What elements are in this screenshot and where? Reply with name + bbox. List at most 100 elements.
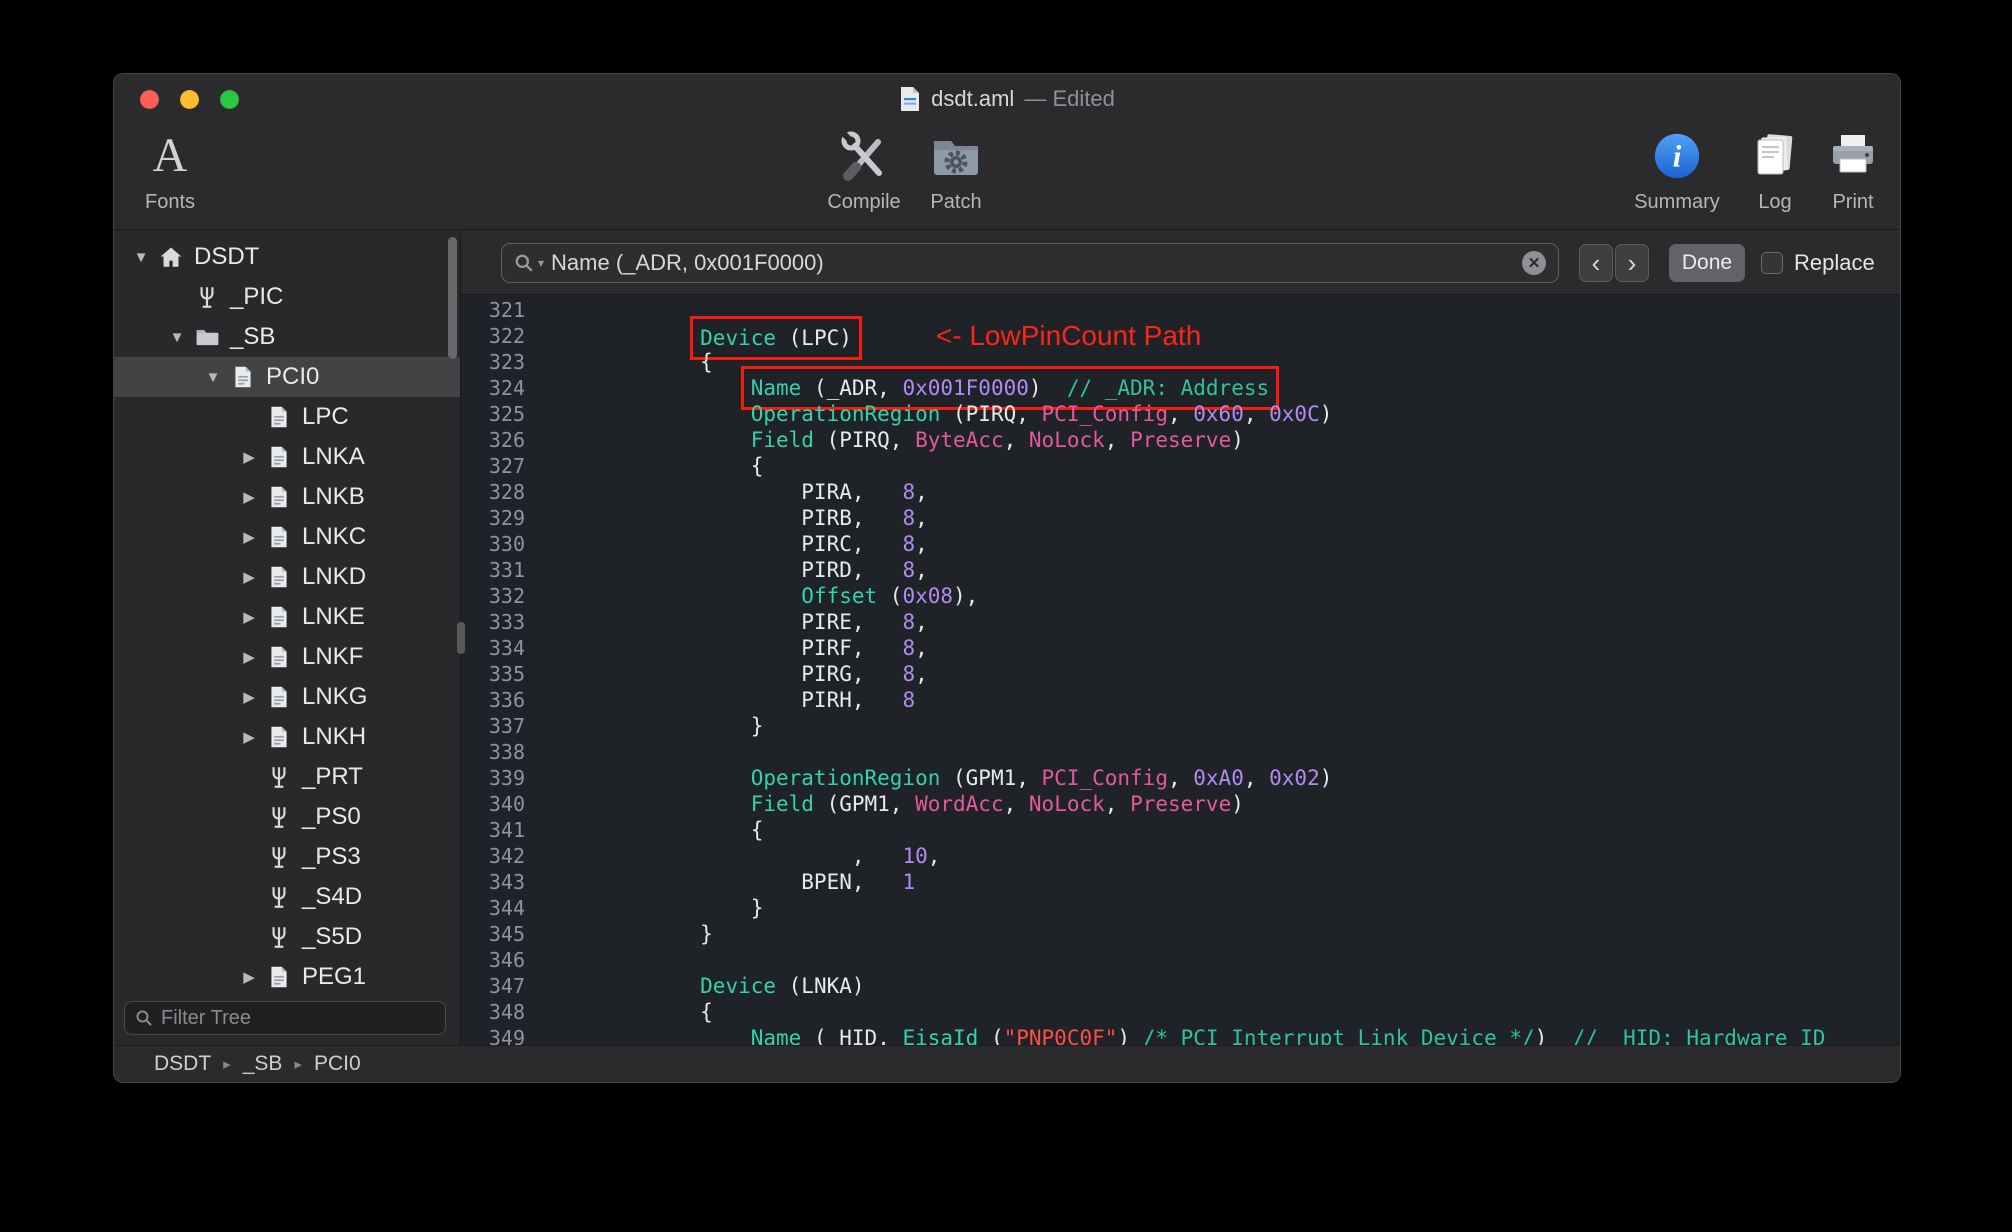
disclosure-open-icon[interactable]: ▼ xyxy=(198,369,228,386)
line-number: 342 xyxy=(488,844,525,868)
compile-tools-icon xyxy=(836,126,892,186)
svg-text:i: i xyxy=(1673,140,1682,174)
splitter-handle[interactable] xyxy=(457,622,465,654)
info-icon: i xyxy=(1650,126,1704,186)
code-line: 348 { xyxy=(469,999,1900,1025)
sidebar-item-label: _S4D xyxy=(302,883,363,910)
disclosure-closed-icon[interactable]: ▶ xyxy=(234,568,264,586)
line-number: 333 xyxy=(488,610,525,634)
clear-search-button[interactable]: ✕ xyxy=(1522,251,1546,275)
sidebar-item-s5d[interactable]: _S5D xyxy=(114,917,460,957)
window-title: dsdt.aml — Edited xyxy=(899,86,1115,112)
code-line: 334 PIRF, 8, xyxy=(469,635,1900,661)
code-text: PIRE, 8, xyxy=(599,610,928,634)
search-menu-chevron-icon[interactable]: ▾ xyxy=(538,256,544,270)
sidebar-item-label: LNKB xyxy=(302,483,365,510)
find-input[interactable] xyxy=(551,250,1515,276)
breadcrumb-item-pci0[interactable]: PCI0 xyxy=(314,1052,361,1076)
next-result-button[interactable]: › xyxy=(1615,244,1649,282)
sidebar-item-sb[interactable]: ▼ _SB xyxy=(114,317,460,357)
disclosure-open-icon[interactable]: ▼ xyxy=(126,249,156,266)
code-text: { xyxy=(599,454,764,478)
sidebar-item-lnkh[interactable]: ▶ LNKH xyxy=(114,717,460,757)
code-editor[interactable]: 321 322 Device (LPC) <- LowPinCount Path 32… xyxy=(461,295,1900,1045)
breadcrumb-item-dsdt[interactable]: DSDT xyxy=(154,1052,211,1076)
sidebar-item-peg1[interactable]: ▶ PEG1 xyxy=(114,957,460,997)
doc-icon xyxy=(264,564,294,591)
code-line: 347 Device (LNKA) xyxy=(469,973,1900,999)
sidebar-item-pic[interactable]: _PIC xyxy=(114,277,460,317)
disclosure-closed-icon[interactable]: ▶ xyxy=(234,968,264,986)
sidebar-item-ps3[interactable]: _PS3 xyxy=(114,837,460,877)
log-button[interactable]: Log xyxy=(1740,126,1810,214)
minimize-window-button[interactable] xyxy=(180,89,199,109)
scope-icon xyxy=(264,764,294,791)
sidebar-item-lpc[interactable]: LPC xyxy=(114,397,460,437)
disclosure-closed-icon[interactable]: ▶ xyxy=(234,528,264,546)
sidebar-item-pci0[interactable]: ▼ PCI0 xyxy=(114,357,460,397)
code-text: Name (_ADR, 0x001F0000) // _ADR: Address xyxy=(599,366,1280,410)
disclosure-closed-icon[interactable]: ▶ xyxy=(234,608,264,626)
summary-label: Summary xyxy=(1634,191,1720,213)
print-button[interactable]: Print xyxy=(1818,126,1888,214)
disclosure-closed-icon[interactable]: ▶ xyxy=(234,688,264,706)
disclosure-closed-icon[interactable]: ▶ xyxy=(234,448,264,466)
disclosure-open-icon[interactable]: ▼ xyxy=(162,329,192,346)
sidebar-tree: ▼ DSDT _PIC ▼ _SB ▼ PCI0 LPC ▶ LNKA ▶ LNKB ▶ LNKC ▶ LNK… xyxy=(114,231,460,997)
sidebar-item-lnkg[interactable]: ▶ LNKG xyxy=(114,677,460,717)
disclosure-closed-icon[interactable]: ▶ xyxy=(234,488,264,506)
code-line: 338 xyxy=(469,739,1900,765)
filter-field[interactable] xyxy=(124,1001,446,1035)
close-window-button[interactable] xyxy=(140,89,159,109)
doc-icon xyxy=(264,604,294,631)
code-text: Field (GPM1, WordAcc, NoLock, Preserve) xyxy=(750,792,1244,816)
line-number: 338 xyxy=(488,740,525,764)
sidebar-item-lnkc[interactable]: ▶ LNKC xyxy=(114,517,460,557)
document-title: dsdt.aml xyxy=(931,86,1015,111)
sidebar-item-lnke[interactable]: ▶ LNKE xyxy=(114,597,460,637)
summary-button[interactable]: i Summary xyxy=(1622,126,1732,214)
line-number: 328 xyxy=(488,480,525,504)
code-line: 324 Name (_ADR, 0x001F0000) // _ADR: Add… xyxy=(469,366,1900,410)
code-line: 339 OperationRegion (GPM1, PCI_Config, 0… xyxy=(469,765,1900,791)
patch-button[interactable]: Patch xyxy=(911,126,1001,214)
maciasl-window: dsdt.aml — Edited A Fonts Compile Patch … xyxy=(113,73,1901,1083)
code-text: , 10, xyxy=(599,844,941,868)
find-field[interactable]: ▾ ✕ xyxy=(501,243,1559,283)
compile-label: Compile xyxy=(827,191,901,213)
sidebar-item-s4d[interactable]: _S4D xyxy=(114,877,460,917)
breadcrumb-item-sb[interactable]: _SB xyxy=(243,1052,283,1076)
code-line: 342 , 10, xyxy=(469,843,1900,869)
sidebar-item-label: LPC xyxy=(302,403,349,430)
sidebar-item-lnkb[interactable]: ▶ LNKB xyxy=(114,477,460,517)
previous-result-button[interactable]: ‹ xyxy=(1579,244,1613,282)
disclosure-closed-icon[interactable]: ▶ xyxy=(234,728,264,746)
sidebar-scrollbar[interactable] xyxy=(448,237,457,359)
disclosure-closed-icon[interactable]: ▶ xyxy=(234,648,264,666)
replace-checkbox[interactable] xyxy=(1761,252,1783,274)
sidebar-item-ps0[interactable]: _PS0 xyxy=(114,797,460,837)
doc-icon xyxy=(264,684,294,711)
sidebar-item-dsdt[interactable]: ▼ DSDT xyxy=(114,237,460,277)
sidebar-item-lnka[interactable]: ▶ LNKA xyxy=(114,437,460,477)
doc-icon xyxy=(264,724,294,751)
editor-pane: ▾ ✕ ‹ › Done Replace 321322 Device (LPC)… xyxy=(461,231,1900,1045)
code-line: 327 { xyxy=(469,453,1900,479)
status-bar: DSDT ▸ _SB ▸ PCI0 xyxy=(114,1045,1900,1082)
line-number: 343 xyxy=(488,870,525,894)
doc-icon xyxy=(228,364,258,391)
code-text: { xyxy=(599,818,764,842)
sidebar-item-lnkd[interactable]: ▶ LNKD xyxy=(114,557,460,597)
sidebar: ▼ DSDT _PIC ▼ _SB ▼ PCI0 LPC ▶ LNKA ▶ LNKB ▶ LNKC ▶ LNK… xyxy=(114,231,461,1045)
doc-icon xyxy=(264,524,294,551)
replace-toggle: Replace xyxy=(1761,244,1875,282)
zoom-window-button[interactable] xyxy=(220,89,239,109)
compile-button[interactable]: Compile xyxy=(819,126,909,214)
filter-tree-input[interactable] xyxy=(161,1006,435,1030)
sidebar-item-lnkf[interactable]: ▶ LNKF xyxy=(114,637,460,677)
done-button[interactable]: Done xyxy=(1669,244,1745,282)
code-line: 333 PIRE, 8, xyxy=(469,609,1900,635)
sidebar-item-prt[interactable]: _PRT xyxy=(114,757,460,797)
fonts-button[interactable]: A Fonts xyxy=(120,126,220,214)
sidebar-item-label: DSDT xyxy=(194,243,260,270)
